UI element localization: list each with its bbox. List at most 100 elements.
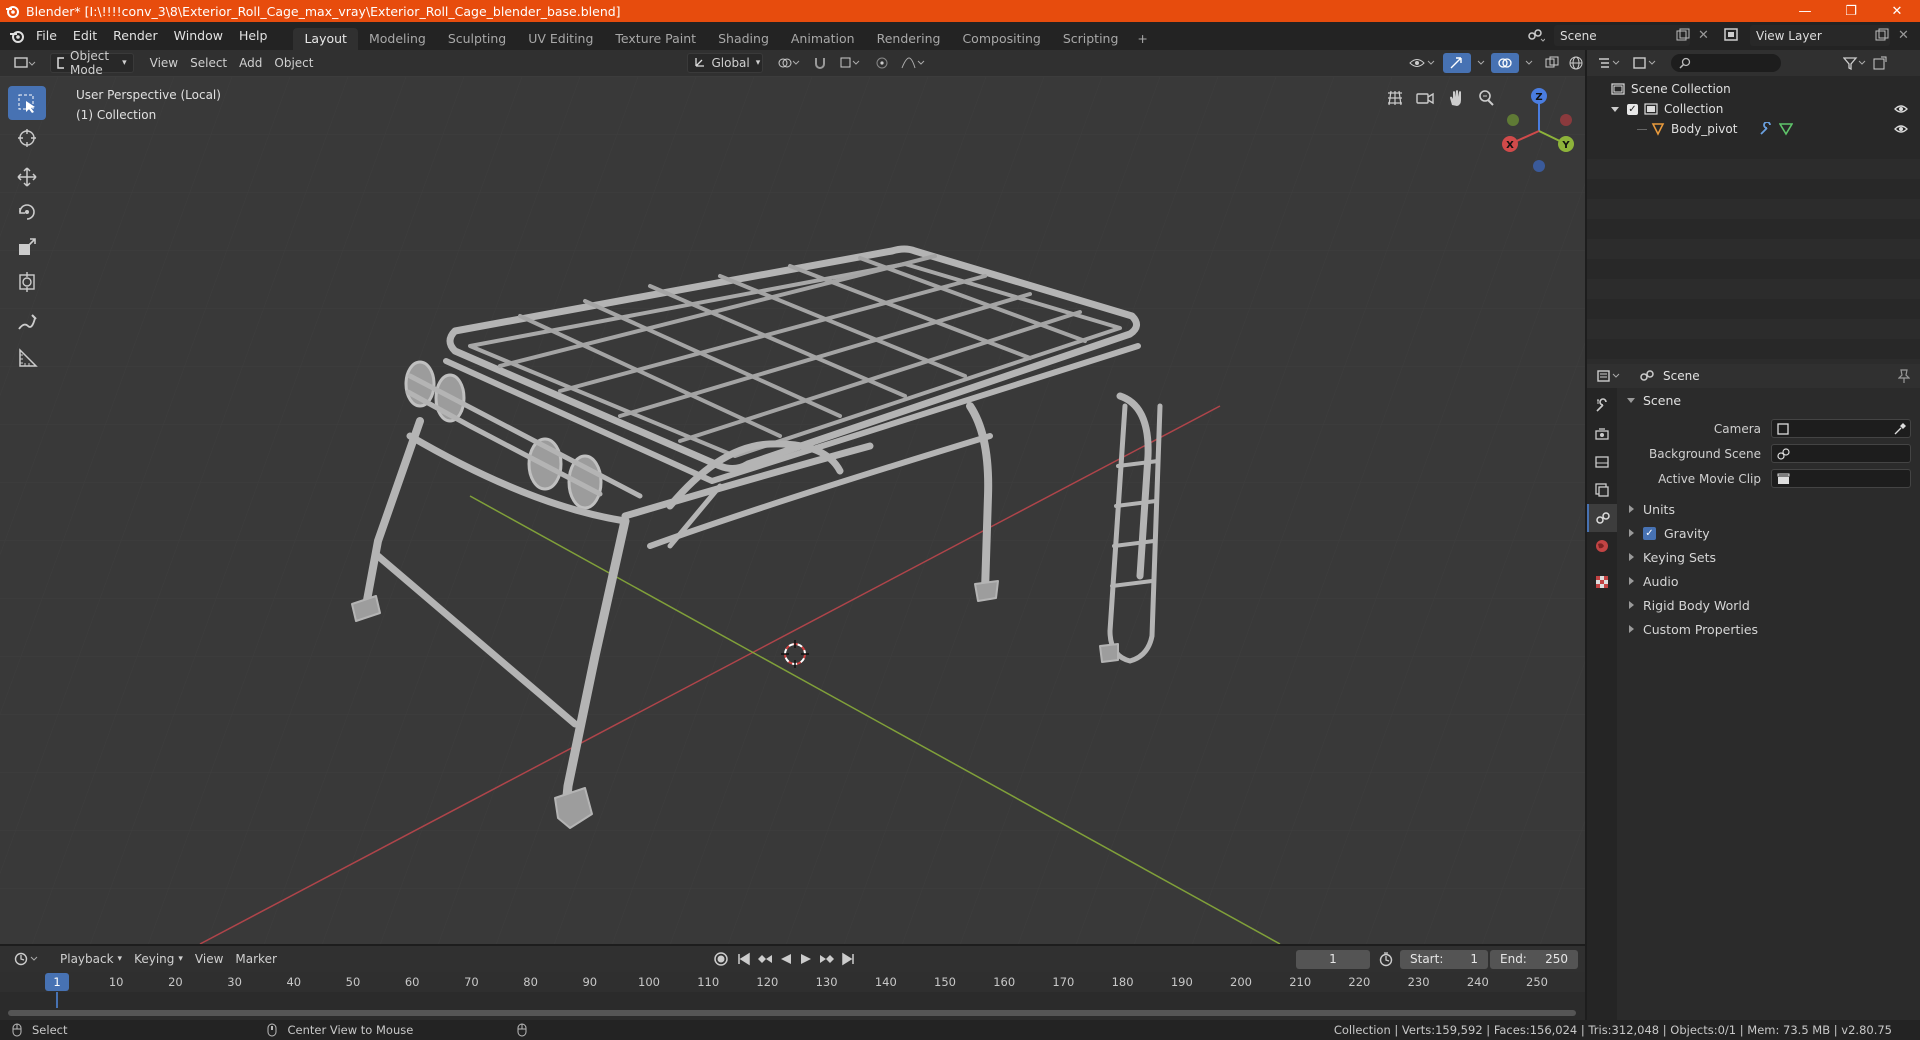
preview-range-icon[interactable] <box>1378 951 1394 967</box>
snap-toggle-icon[interactable] <box>807 53 833 73</box>
scene-panel-header[interactable]: Scene <box>1619 388 1920 412</box>
annotate-tool[interactable] <box>8 306 46 340</box>
filter-icon[interactable] <box>1843 56 1867 70</box>
measure-tool[interactable] <box>8 341 46 375</box>
overlays-dropdown-icon[interactable] <box>1519 53 1539 73</box>
menu-marker[interactable]: Marker <box>229 949 282 969</box>
end-frame-field[interactable]: End: 250 <box>1490 949 1578 969</box>
new-scene-icon[interactable] <box>1676 28 1690 42</box>
outliner-search-input[interactable] <box>1671 54 1781 72</box>
visibility-dropdown-icon[interactable] <box>1403 53 1443 73</box>
units-panel[interactable]: Units <box>1619 497 1920 521</box>
tab-render[interactable] <box>1587 420 1617 448</box>
select-box-tool[interactable] <box>8 86 46 120</box>
navigation-gizmo[interactable]: Z Y X <box>1494 86 1584 176</box>
eyedropper-icon[interactable] <box>1894 422 1906 435</box>
rotate-tool[interactable] <box>8 195 46 229</box>
current-frame-field[interactable]: 1 <box>1296 949 1370 969</box>
custom-properties-panel[interactable]: Custom Properties <box>1619 617 1920 641</box>
frame-ruler[interactable]: 1 10 20 30 40 50 60 70 80 90 100 110 120 130 140 150 16… <box>0 972 1585 992</box>
mode-dropdown[interactable]: Object Mode ▾ <box>50 49 134 77</box>
toggle-grid-view-icon[interactable] <box>1385 88 1405 108</box>
menu-playback[interactable]: Playback ▾ <box>54 949 128 969</box>
jump-end-button[interactable] <box>840 951 856 967</box>
scene-selector[interactable]: Scene <box>1554 25 1690 46</box>
editor-type-icon[interactable] <box>8 53 42 73</box>
expand-collection-icon[interactable] <box>1611 106 1619 112</box>
scale-tool[interactable] <box>8 230 46 264</box>
keying-sets-panel[interactable]: Keying Sets <box>1619 545 1920 569</box>
tab-animation[interactable]: Animation <box>780 28 866 50</box>
active-movie-clip-field[interactable] <box>1771 469 1911 488</box>
menu-edit[interactable]: Edit <box>65 25 105 47</box>
menu-view[interactable]: View <box>144 53 184 73</box>
view-layer-selector[interactable]: View Layer <box>1750 25 1890 46</box>
tab-rendering[interactable]: Rendering <box>866 28 952 50</box>
properties-editor-type-icon[interactable] <box>1597 369 1621 383</box>
tab-uv-editing[interactable]: UV Editing <box>517 28 604 50</box>
snap-element-icon[interactable] <box>833 53 869 73</box>
menu-select[interactable]: Select <box>184 53 233 73</box>
remove-view-layer-icon[interactable]: ✕ <box>1898 28 1909 43</box>
tab-world[interactable] <box>1587 532 1617 560</box>
prev-keyframe-button[interactable] <box>756 951 774 967</box>
tab-sculpting[interactable]: Sculpting <box>437 28 517 50</box>
tab-modeling[interactable]: Modeling <box>358 28 437 50</box>
move-tool[interactable] <box>8 160 46 194</box>
3d-viewport[interactable]: User Perspective (Local) (1) Collection … <box>0 76 1585 944</box>
minimize-button[interactable]: — <box>1782 0 1828 22</box>
outliner-row-collection[interactable]: ✓ Collection <box>1587 99 1920 119</box>
camera-field[interactable] <box>1771 419 1911 438</box>
timeline-scrollbar[interactable] <box>8 1010 1576 1016</box>
collapse-scene-panel-icon[interactable] <box>1627 397 1635 403</box>
tab-shading[interactable]: Shading <box>707 28 780 50</box>
transform-tool[interactable] <box>8 265 46 299</box>
view-layer-icon[interactable] <box>1724 27 1742 43</box>
outliner-row-body-pivot[interactable]: Body_pivot <box>1587 119 1920 139</box>
collection-include-checkbox[interactable]: ✓ <box>1627 103 1638 115</box>
background-scene-field[interactable] <box>1771 444 1911 463</box>
zoom-icon[interactable] <box>1476 88 1496 108</box>
next-keyframe-button[interactable] <box>818 951 836 967</box>
jump-start-button[interactable] <box>736 951 752 967</box>
menu-help[interactable]: Help <box>231 25 276 47</box>
new-collection-icon[interactable] <box>1873 56 1887 70</box>
menu-render[interactable]: Render <box>105 25 166 47</box>
tab-texture-paint[interactable]: Texture Paint <box>604 28 707 50</box>
current-frame-indicator[interactable]: 1 <box>45 973 69 991</box>
orientation-dropdown[interactable]: Global ▾ <box>687 53 764 73</box>
add-workspace-button[interactable]: + <box>1129 28 1155 50</box>
camera-view-icon[interactable] <box>1415 88 1435 108</box>
eye-icon[interactable] <box>1894 124 1908 134</box>
menu-file[interactable]: File <box>28 25 65 47</box>
gizmo-toggle-icon[interactable] <box>1443 53 1472 73</box>
tab-texture[interactable] <box>1587 568 1617 596</box>
mesh-data-icon[interactable] <box>1779 122 1794 136</box>
timeline-area[interactable]: 1 10 20 30 40 50 60 70 80 90 100 110 120 130 140 150 16… <box>0 972 1585 1020</box>
pin-icon[interactable] <box>1898 369 1910 383</box>
remove-scene-icon[interactable]: ✕ <box>1698 28 1709 43</box>
menu-keying[interactable]: Keying ▾ <box>128 949 189 969</box>
tab-output[interactable] <box>1587 448 1617 476</box>
tab-layout[interactable]: Layout <box>293 28 358 50</box>
gravity-panel[interactable]: ✓ Gravity <box>1619 521 1920 545</box>
close-button[interactable]: ✕ <box>1874 0 1920 22</box>
start-frame-field[interactable]: Start: 1 <box>1400 949 1488 969</box>
menu-window[interactable]: Window <box>166 25 231 47</box>
tab-scripting[interactable]: Scripting <box>1052 28 1130 50</box>
timeline-editor-type-icon[interactable] <box>8 949 46 969</box>
menu-timeline-view[interactable]: View <box>189 949 229 969</box>
outliner-editor-type-icon[interactable] <box>1597 56 1621 70</box>
outliner-row-scene-collection[interactable]: Scene Collection <box>1587 79 1920 99</box>
play-button[interactable] <box>798 951 814 967</box>
display-mode-icon[interactable] <box>1633 56 1657 70</box>
menu-object[interactable]: Object <box>268 53 319 73</box>
tab-scene[interactable] <box>1587 504 1617 532</box>
new-view-layer-icon[interactable] <box>1875 28 1889 42</box>
record-button[interactable] <box>712 950 730 968</box>
rigid-body-world-panel[interactable]: Rigid Body World <box>1619 593 1920 617</box>
maximize-button[interactable]: ❐ <box>1828 0 1874 22</box>
overlays-toggle-icon[interactable] <box>1491 53 1520 73</box>
xray-toggle-icon[interactable] <box>1539 53 1565 73</box>
proportional-edit-icon[interactable] <box>869 53 895 73</box>
